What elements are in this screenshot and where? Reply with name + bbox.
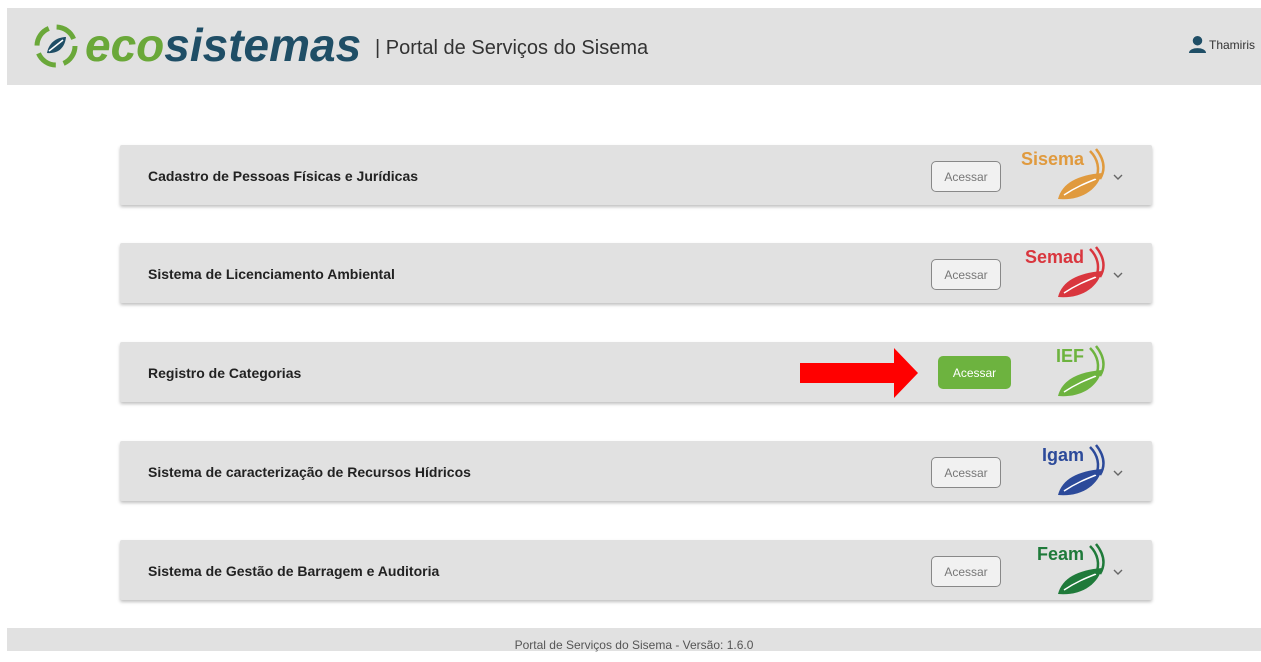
acessar-button[interactable]: Acessar: [938, 356, 1011, 389]
chevron-down-icon[interactable]: [1113, 172, 1123, 182]
acessar-button[interactable]: Acessar: [931, 556, 1001, 587]
ecosistemas-logo[interactable]: ecosistemas: [85, 15, 361, 75]
card-title: Sistema de caracterização de Recursos Hí…: [148, 464, 471, 480]
card-title: Sistema de Licenciamento Ambiental: [148, 266, 395, 282]
leaf-icon: [1058, 444, 1105, 496]
footer: Portal de Serviços do Sisema - Versão: 1…: [7, 628, 1261, 652]
red-arrow-annotation-icon: [800, 348, 918, 398]
service-card-barragem[interactable]: Sistema de Gestão de Barragem e Auditori…: [120, 540, 1152, 600]
service-card-registro[interactable]: Registro de Categorias Acessar IEF: [120, 342, 1152, 402]
header-bar: ecosistemas | Portal de Serviços do Sise…: [7, 8, 1261, 85]
footer-text: Portal de Serviços do Sisema - Versão: 1…: [514, 638, 754, 652]
leaf-icon: [1058, 148, 1105, 200]
service-card-licenciamento[interactable]: Sistema de Licenciamento Ambiental Acess…: [120, 243, 1152, 303]
brand-logo-igam: Igam: [1020, 439, 1110, 501]
leaf-icon: [1058, 543, 1105, 595]
chevron-down-icon[interactable]: [1113, 270, 1123, 280]
card-title: Sistema de Gestão de Barragem e Auditori…: [148, 563, 440, 579]
card-title: Cadastro de Pessoas Físicas e Jurídicas: [148, 168, 419, 184]
acessar-button[interactable]: Acessar: [931, 457, 1001, 488]
brand-logo-ief: IEF: [1020, 340, 1110, 402]
card-title: Registro de Categorias: [148, 365, 302, 381]
acessar-button[interactable]: Acessar: [931, 259, 1001, 290]
portal-title: | Portal de Serviços do Sisema: [375, 37, 649, 59]
brand-logo-feam: Feam: [1020, 538, 1110, 600]
user-menu[interactable]: Thamiris: [1188, 35, 1255, 54]
ecosistemas-logo-icon: [34, 24, 78, 68]
acessar-button[interactable]: Acessar: [931, 161, 1001, 192]
logo-eco-text: eco: [85, 19, 165, 71]
brand-logo-sisema: Sisema: [1020, 143, 1110, 205]
service-card-recursos-hidricos[interactable]: Sistema de caracterização de Recursos Hí…: [120, 441, 1152, 501]
service-card-cadastro[interactable]: Cadastro de Pessoas Físicas e Jurídicas …: [120, 145, 1152, 205]
leaf-icon: [1058, 246, 1105, 298]
logo-sistemas-text: sistemas: [164, 19, 362, 71]
leaf-icon: [1058, 345, 1105, 397]
user-name: Thamiris: [1208, 37, 1255, 52]
chevron-down-icon[interactable]: [1113, 468, 1123, 478]
brand-logo-semad: Semad: [1020, 241, 1110, 303]
user-icon: [1188, 35, 1207, 54]
chevron-down-icon[interactable]: [1113, 567, 1123, 577]
